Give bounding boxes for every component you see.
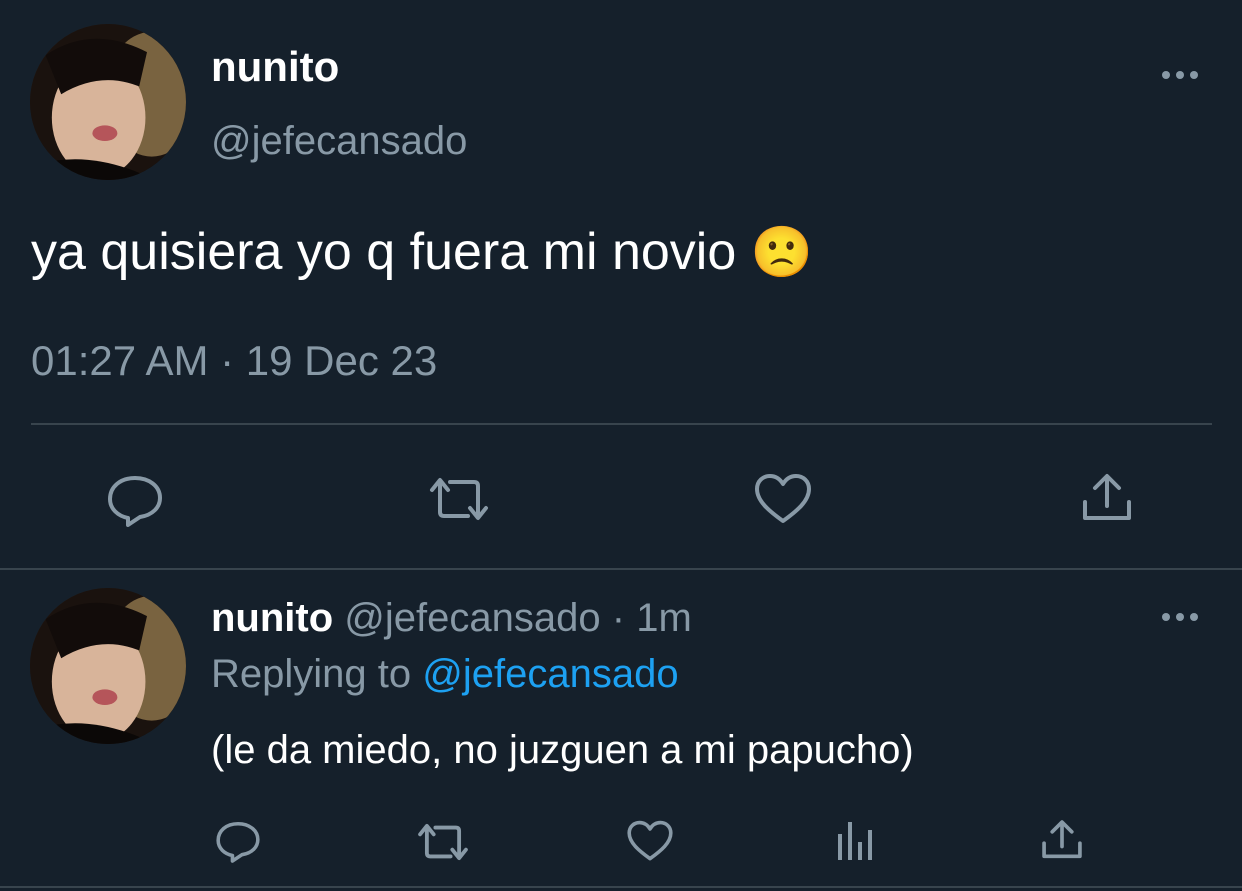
more-dot [1162, 613, 1170, 621]
tweet-text: ya quisiera yo q fuera mi novio [31, 223, 737, 281]
reply-handle[interactable]: @jefecansado [344, 596, 600, 640]
time-separator: · [611, 596, 626, 640]
reply-display-name[interactable]: nunito [211, 596, 333, 640]
retweet-icon[interactable] [415, 822, 471, 862]
replying-to: Replying to @jefecansado [211, 650, 679, 698]
avatar-photo [30, 24, 186, 180]
replying-to-handle[interactable]: @jefecansado [422, 652, 678, 696]
divider-top [31, 423, 1212, 425]
reply-icon[interactable] [106, 474, 164, 528]
main-handle[interactable]: @jefecansado [211, 118, 467, 164]
divider-section [0, 568, 1242, 570]
divider-bottom [0, 886, 1242, 888]
more-dot [1190, 613, 1198, 621]
avatar-photo [30, 588, 186, 744]
more-dot [1176, 613, 1184, 621]
main-display-name[interactable]: nunito [211, 44, 339, 90]
main-more-button[interactable] [1162, 71, 1198, 79]
more-dot [1162, 71, 1170, 79]
reply-header: nunito @jefecansado · 1m [211, 594, 692, 642]
reply-icon[interactable] [215, 820, 261, 864]
share-icon[interactable] [1040, 818, 1084, 862]
reply-more-button[interactable] [1162, 613, 1198, 621]
reply-avatar[interactable] [30, 588, 186, 744]
more-dot [1190, 71, 1198, 79]
more-dot [1176, 71, 1184, 79]
retweet-icon[interactable] [426, 476, 492, 522]
heart-icon[interactable] [626, 820, 674, 862]
main-timestamp[interactable]: 01:27 AM · 19 Dec 23 [31, 337, 437, 385]
main-tweet-text: ya quisiera yo q fuera mi novio 🙁 [31, 222, 813, 282]
reply-text: (le da miedo, no juzguen a mi papucho) [211, 728, 914, 772]
main-avatar[interactable] [30, 24, 186, 180]
sad-face-emoji: 🙁 [750, 224, 813, 280]
replying-to-label: Replying to [211, 652, 412, 696]
reply-time[interactable]: 1m [636, 596, 692, 640]
heart-icon[interactable] [753, 473, 813, 525]
analytics-icon[interactable] [836, 818, 876, 862]
share-icon[interactable] [1080, 472, 1134, 524]
